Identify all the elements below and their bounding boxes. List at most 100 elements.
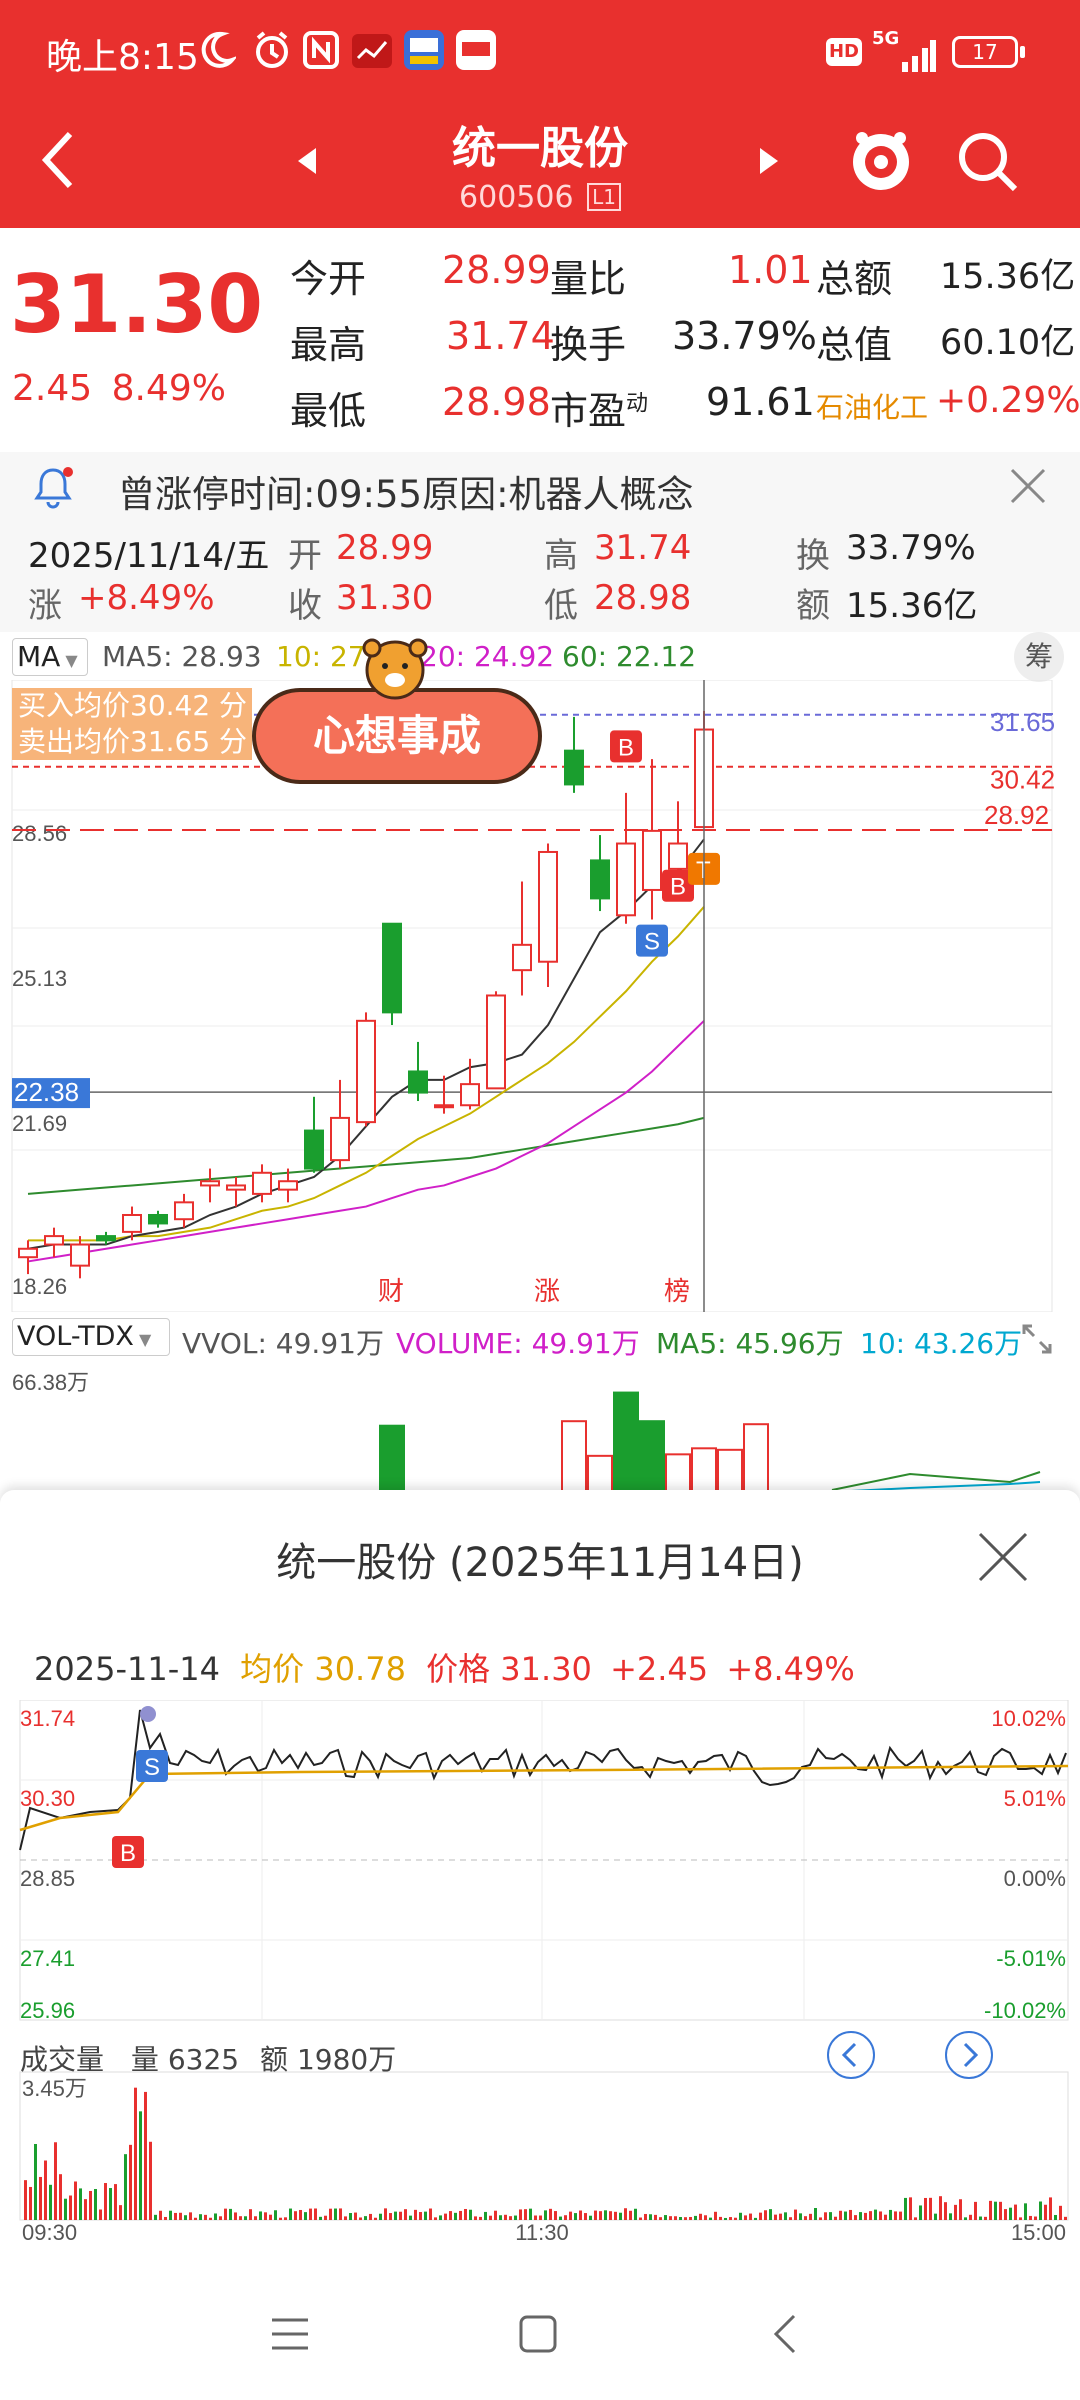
candle-body	[226, 1184, 246, 1191]
buy-marker-label: B	[120, 1840, 136, 1867]
open-value: 28.99	[442, 248, 551, 292]
next-page-icon[interactable]	[944, 2030, 994, 2080]
pe-superscript: 动	[626, 391, 649, 417]
volume-bar	[94, 2189, 97, 2220]
volume-bar	[509, 2216, 512, 2220]
quote-panel: 31.30 2.45 8.49% 今开 28.99 最高 31.74 最低 28…	[0, 228, 1080, 448]
volume-bar	[29, 2186, 32, 2220]
dropdown-icon: ▼	[133, 1330, 152, 1349]
hd-badge: HD	[826, 38, 862, 66]
kline-plot[interactable]: 28.56 25.13 22.38 21.69 18.26 31.65 30.42 28.92…	[0, 680, 1080, 1312]
volume-bar	[574, 2213, 577, 2220]
volume-bar	[924, 2197, 927, 2220]
kline-chart[interactable]: MA ▼ MA5: 28.93 10: 27. 20: 24.92 60: 22…	[0, 632, 1080, 1492]
volume-bar	[1024, 2203, 1027, 2220]
intraday-change-pct: +8.49%	[726, 1650, 855, 1688]
volume-bar	[999, 2201, 1002, 2220]
volume-bar	[394, 2211, 397, 2220]
volume-bar	[484, 2211, 487, 2220]
volume-bar	[644, 2213, 647, 2220]
volume-bar	[639, 1420, 665, 1492]
amount-label: 总额	[816, 257, 893, 301]
volume-bar	[899, 2211, 902, 2220]
mascot-icon[interactable]	[846, 126, 916, 196]
candle-body	[200, 1180, 220, 1187]
volume-bar	[324, 2215, 327, 2220]
moon-icon	[200, 30, 236, 70]
volume-bar	[989, 2200, 992, 2220]
volume-bar	[44, 2160, 47, 2220]
candle-body	[642, 829, 662, 891]
day-open: 28.99	[336, 528, 434, 568]
day-turn-label: 换	[796, 536, 830, 576]
candle-body	[382, 922, 402, 1014]
volume-bar	[717, 1448, 743, 1492]
nfc-icon	[302, 30, 340, 70]
volume-bar	[939, 2196, 942, 2220]
volume-bar	[634, 2208, 637, 2220]
candle-body	[330, 1116, 350, 1162]
day-turn: 33.79%	[846, 528, 976, 568]
volume-bar	[854, 2215, 857, 2220]
volume-bar	[679, 2217, 682, 2220]
left-axis-label: 31.74	[20, 1706, 75, 1731]
ma-selector[interactable]: MA ▼	[12, 638, 88, 676]
sector-change[interactable]: +0.29%	[936, 380, 1080, 421]
volume-bar	[554, 2211, 557, 2220]
volume-bar	[934, 2213, 937, 2220]
back-icon[interactable]	[770, 2312, 800, 2356]
previous-stock-icon[interactable]	[296, 146, 318, 176]
volume-bar	[734, 2217, 737, 2220]
volume-bar	[184, 2215, 187, 2220]
home-icon[interactable]	[518, 2314, 558, 2354]
expand-icon[interactable]	[1020, 1322, 1054, 1356]
volume-bar	[849, 2209, 852, 2220]
volume-bar	[384, 2208, 387, 2220]
volume-bar	[284, 2217, 287, 2220]
volume-bar	[904, 2197, 907, 2220]
volume-bar	[809, 2213, 812, 2220]
volume-bar	[99, 2209, 102, 2220]
volume-bar	[209, 2217, 212, 2220]
intraday-plot[interactable]: 31.74 30.30 28.85 27.41 25.96 10.02% 5.01% 0.00…	[0, 1700, 1080, 2240]
amount-value: 15.36亿	[940, 257, 1076, 297]
day-high: 31.74	[594, 528, 692, 568]
indicator-selector[interactable]: VOL-TDX ▼	[12, 1318, 170, 1356]
sell-line-label: 31.65	[990, 707, 1055, 737]
volume-bar	[629, 2210, 632, 2220]
menu-icon[interactable]	[270, 2316, 310, 2352]
volume-bar	[364, 2216, 367, 2220]
close-icon[interactable]	[976, 1530, 1030, 1584]
sector-name[interactable]: 石油化工	[816, 386, 928, 426]
sticker-text: 心想事成	[312, 711, 481, 760]
volume-bar	[719, 2216, 722, 2220]
volume-bar	[204, 2214, 207, 2220]
banner-text: 曾涨停时间:09:55原因:机器人概念	[118, 473, 694, 516]
candle-body	[486, 994, 506, 1090]
volume-bar	[334, 2208, 337, 2220]
volume-bar	[174, 2212, 177, 2220]
cost-line-label: 28.92	[984, 800, 1049, 830]
volume-bar	[739, 2212, 742, 2220]
volume-bar	[579, 2210, 582, 2220]
limit-up-banner[interactable]: 曾涨停时间:09:55原因:机器人概念	[0, 452, 1080, 522]
volume-bar	[104, 2183, 107, 2220]
volume-bar	[69, 2195, 72, 2220]
pe-label: 市盈动	[550, 380, 648, 435]
next-stock-icon[interactable]	[758, 146, 780, 176]
prev-page-icon[interactable]	[826, 2030, 876, 2080]
volume-bar	[439, 2215, 442, 2220]
search-icon[interactable]	[956, 130, 1020, 194]
day-info-bar: 2025/11/14/五 开 28.99 高 31.74 换 33.79% 涨 …	[0, 522, 1080, 632]
volume-bar	[561, 1420, 587, 1492]
volume-bar	[884, 2214, 887, 2220]
chip-button[interactable]: 筹	[1014, 632, 1064, 682]
right-axis-label: 0.00%	[1004, 1866, 1066, 1891]
intraday-summary: 2025-11-14 均价 30.78 价格 31.30 +2.45 +8.49…	[34, 1644, 855, 1690]
tiger-icon	[360, 634, 430, 700]
volume-bar	[944, 2202, 947, 2220]
level-badge: L1	[587, 183, 621, 211]
volume-bar	[714, 2211, 717, 2220]
back-arrow-icon[interactable]	[40, 130, 76, 190]
close-icon[interactable]	[1008, 466, 1048, 506]
